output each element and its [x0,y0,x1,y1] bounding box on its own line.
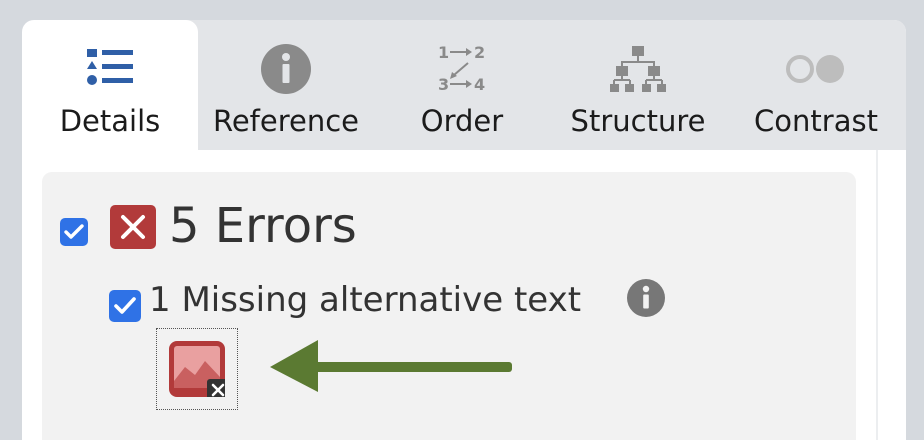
info-circle-icon [260,38,312,100]
tab-contrast-label: Contrast [754,104,878,138]
tab-order[interactable]: 1 2 3 4 Order [374,20,550,150]
tab-bar: Details Reference 1 2 3 4 Order Structur… [22,20,906,150]
info-icon[interactable] [626,278,666,318]
details-content: 5 Errors 1 Missing alternative text [22,150,906,440]
details-list-icon [85,38,135,100]
order-arrows-icon: 1 2 3 4 [436,38,488,100]
tab-details[interactable]: Details [22,20,198,150]
order-icon-digit-1: 1 [438,43,449,62]
missing-alt-text-label[interactable]: 1 Missing alternative text [149,280,581,320]
errors-count-title: 5 Errors [169,198,357,254]
contrast-circles-icon [784,38,848,100]
tab-contrast[interactable]: Contrast [726,20,906,150]
tab-structure-label: Structure [570,104,706,138]
order-icon-digit-4: 4 [474,75,485,94]
order-icon-digit-3: 3 [438,75,449,94]
error-x-icon [110,205,156,249]
tab-reference-label: Reference [212,104,360,138]
missing-alt-image-item[interactable] [156,328,238,410]
image-error-icon [169,341,225,397]
errors-card: 5 Errors 1 Missing alternative text [42,172,856,440]
tab-structure[interactable]: Structure [550,20,726,150]
pointer-arrow-icon [270,340,512,392]
checkmark-icon [64,224,84,239]
missing-alt-checkbox[interactable] [109,290,141,322]
structure-tree-icon [610,38,666,100]
order-icon-digit-2: 2 [474,43,485,62]
scrollbar-track[interactable] [876,150,878,440]
tab-reference[interactable]: Reference [198,20,374,150]
tab-order-label: Order [420,104,504,138]
tab-details-label: Details [59,104,161,138]
checkmark-icon [114,297,136,314]
errors-checkbox[interactable] [60,218,88,246]
wave-sidebar-panel: Details Reference 1 2 3 4 Order Structur… [22,20,906,440]
